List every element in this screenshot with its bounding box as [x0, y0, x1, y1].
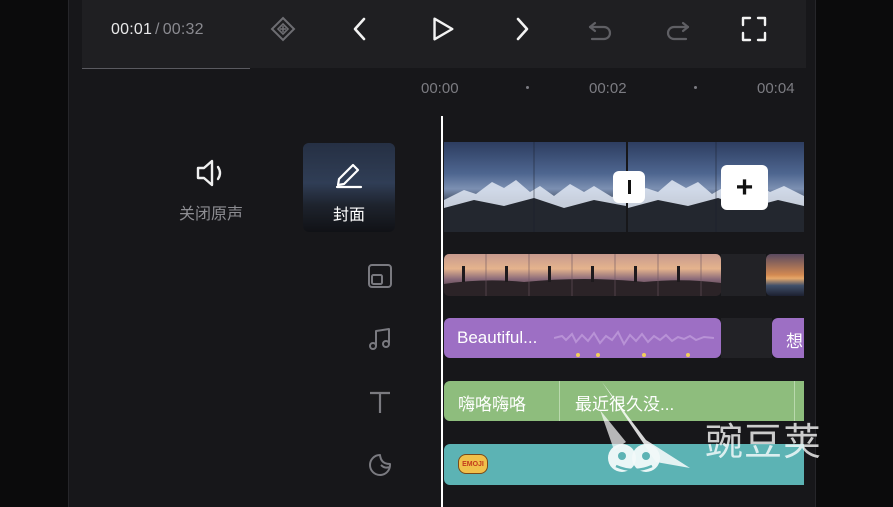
overlay-clip[interactable]: [444, 254, 721, 296]
keyframe-icon[interactable]: [269, 14, 297, 44]
ruler-label-2: 00:02: [589, 80, 627, 97]
beat-marker: [686, 353, 690, 357]
mute-label: 关闭原声: [178, 206, 243, 223]
audio-waveform: [554, 330, 714, 346]
text-icon[interactable]: [366, 388, 394, 416]
text-clip-label: 嗨咯嗨咯: [458, 395, 526, 414]
ruler-tick: [526, 86, 529, 89]
audio-clip2-label: 想: [786, 332, 803, 351]
overlay-clip-frames: [444, 254, 721, 296]
current-time: 00:01: [111, 21, 153, 38]
cover-button[interactable]: 封面: [303, 143, 395, 232]
play-icon[interactable]: [428, 14, 456, 44]
ruler-label-0: 00:00: [421, 80, 459, 97]
playhead[interactable]: [441, 116, 443, 507]
video-clip[interactable]: [628, 142, 804, 232]
time-separator: /: [155, 21, 160, 38]
total-time: 00:32: [162, 21, 204, 38]
mute-original-sound-button[interactable]: 关闭原声: [170, 152, 252, 226]
beat-marker: [576, 353, 580, 357]
audio-clip[interactable]: 想: [772, 318, 804, 358]
overlay-clip[interactable]: [766, 254, 804, 296]
redo-icon[interactable]: [664, 14, 692, 44]
beat-marker: [642, 353, 646, 357]
watermark-text: 豌豆荚: [705, 420, 823, 464]
video-clip[interactable]: [444, 142, 626, 232]
watermark-mascot-icon: [600, 382, 690, 472]
previous-icon[interactable]: [346, 14, 374, 44]
add-clip-button[interactable]: +: [721, 165, 768, 210]
overlay-track-gap: [721, 254, 766, 296]
time-readout: 00:01/00:32: [111, 21, 204, 39]
ruler-label-4: 00:04: [757, 80, 795, 97]
audio-track-gap: [721, 318, 772, 358]
sticker-icon[interactable]: [366, 451, 394, 479]
beat-marker: [596, 353, 600, 357]
cover-label: 封面: [332, 207, 365, 224]
music-note-icon[interactable]: [366, 325, 394, 353]
pencil-icon: [333, 157, 365, 194]
fullscreen-icon[interactable]: [740, 14, 768, 44]
clip-split-handle[interactable]: [613, 171, 645, 203]
toolbar-progress-line: [82, 68, 250, 69]
picture-in-picture-icon[interactable]: [366, 262, 394, 290]
undo-icon[interactable]: [586, 14, 614, 44]
ruler-tick: [694, 86, 697, 89]
speaker-icon: [194, 156, 230, 195]
audio-clip[interactable]: Beautiful...: [444, 318, 721, 358]
next-icon[interactable]: [508, 14, 536, 44]
sticker-thumbnail: EMOJI: [458, 454, 488, 474]
audio-clip-label: Beautiful...: [457, 328, 538, 347]
